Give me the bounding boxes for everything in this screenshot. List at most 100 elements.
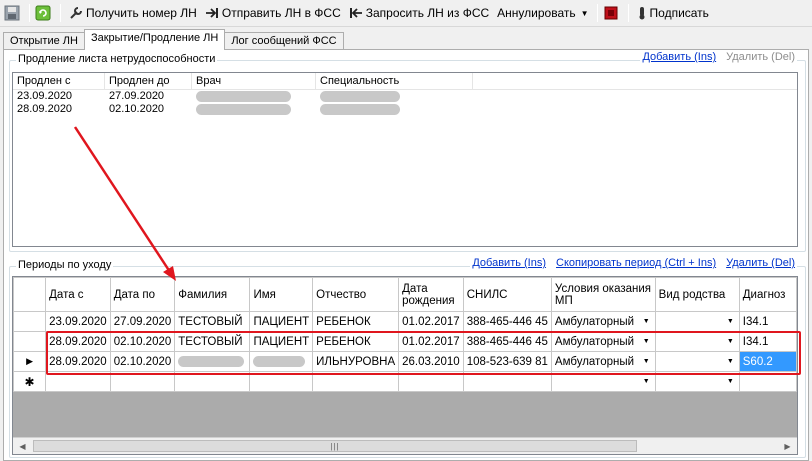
new-cell[interactable]	[109, 371, 176, 392]
scroll-left-icon[interactable]: ◀	[14, 438, 31, 454]
new-row-header[interactable]: ✱	[13, 371, 47, 392]
col-extended-from[interactable]: Продлен с	[13, 73, 105, 89]
col-snils[interactable]: СНИЛС	[462, 277, 552, 312]
col-date-to[interactable]: Дата по	[109, 277, 176, 312]
first-name-cell[interactable]	[249, 351, 314, 372]
request-fss-button[interactable]: Запросить ЛН из ФСС	[345, 2, 493, 24]
tab-opening[interactable]: Открытие ЛН	[3, 32, 85, 50]
new-kinship-cell[interactable]: ▼	[654, 371, 740, 392]
middle-name-cell[interactable]: ИЛЬНУРОВНА	[312, 351, 400, 372]
date-to-cell[interactable]: 02.10.2020	[109, 351, 176, 372]
dropdown-arrow-icon[interactable]: ▼	[643, 378, 652, 385]
row-header[interactable]	[13, 311, 47, 332]
col-extended-to[interactable]: Продлен до	[105, 73, 192, 89]
thermometer-icon	[639, 7, 645, 20]
table-row-current[interactable]: ▶ 28.09.2020 02.10.2020 ИЛЬНУРОВНА 26.03…	[13, 351, 797, 372]
get-number-label: Получить номер ЛН	[86, 6, 197, 20]
extension-add-link[interactable]: Добавить (Ins)	[642, 51, 716, 63]
new-care-conditions-cell[interactable]: ▼	[550, 371, 656, 392]
care-table: Дата с Дата по Фамилия Имя Отчество Дата…	[13, 277, 797, 392]
col-kinship[interactable]: Вид родства	[654, 277, 740, 312]
middle-name-cell[interactable]: РЕБЕНОК	[312, 311, 400, 332]
new-cell[interactable]	[738, 371, 797, 392]
care-conditions-cell[interactable]: Амбулаторный ▼	[550, 331, 656, 352]
last-name-cell[interactable]: ТЕСТОВЫЙ	[174, 331, 251, 352]
care-delete-link[interactable]: Удалить (Del)	[726, 257, 795, 269]
scroll-right-icon[interactable]: ▶	[779, 438, 796, 454]
birth-date-cell[interactable]: 01.02.2017	[398, 331, 464, 352]
new-cell[interactable]	[462, 371, 552, 392]
date-to-cell[interactable]: 02.10.2020	[109, 331, 176, 352]
care-add-link[interactable]: Добавить (Ins)	[472, 257, 546, 269]
dropdown-arrow-icon[interactable]: ▼	[727, 318, 736, 325]
care-conditions-cell[interactable]: Амбулаторный ▼	[550, 311, 656, 332]
col-middle-name[interactable]: Отчество	[312, 277, 400, 312]
middle-name-cell[interactable]: РЕБЕНОК	[312, 331, 400, 352]
new-cell[interactable]	[45, 371, 111, 392]
table-row[interactable]: 23.09.2020 27.09.2020 ТЕСТОВЫЙ ПАЦИЕНТ Р…	[13, 311, 797, 332]
dropdown-arrow-icon[interactable]: ▼	[727, 338, 736, 345]
birth-date-cell[interactable]: 01.02.2017	[398, 311, 464, 332]
horizontal-scrollbar[interactable]: ◀ ||| ▶	[13, 437, 797, 454]
last-name-cell[interactable]	[174, 351, 251, 372]
tab-closing-extension[interactable]: Закрытие/Продление ЛН	[83, 29, 226, 50]
snils-cell[interactable]: 388-465-446 45	[462, 331, 552, 352]
first-name-cell[interactable]: ПАЦИЕНТ	[249, 311, 314, 332]
first-name-cell[interactable]: ПАЦИЕНТ	[249, 331, 314, 352]
get-number-button[interactable]: Получить номер ЛН	[65, 2, 201, 24]
scroll-thumb[interactable]: |||	[33, 440, 637, 452]
diagnosis-cell-selected[interactable]: S60.2	[738, 351, 797, 372]
date-from-cell[interactable]: 28.09.2020	[45, 351, 111, 372]
col-specialty[interactable]: Специальность	[316, 73, 473, 89]
col-birth-date[interactable]: Дата рождения	[398, 277, 464, 312]
cancel-dropdown-button[interactable]: Аннулировать ▼	[493, 2, 592, 24]
kinship-cell[interactable]: ▼	[654, 351, 740, 372]
dropdown-arrow-icon[interactable]: ▼	[643, 318, 652, 325]
care-copy-link[interactable]: Скопировать период (Ctrl + Ins)	[556, 257, 716, 269]
care-conditions-value: Амбулаторный	[554, 335, 635, 348]
sign-button[interactable]: Подписать	[633, 2, 713, 24]
care-conditions-cell[interactable]: Амбулаторный ▼	[550, 351, 656, 372]
col-last-name[interactable]: Фамилия	[174, 277, 251, 312]
specialty-value	[316, 90, 473, 103]
col-date-from[interactable]: Дата с	[45, 277, 111, 312]
row-header-current[interactable]: ▶	[13, 351, 47, 372]
col-doctor[interactable]: Врач	[192, 73, 316, 89]
col-first-name[interactable]: Имя	[249, 277, 314, 312]
dropdown-arrow-icon[interactable]: ▼	[643, 338, 652, 345]
table-row[interactable]: 28.09.2020 02.10.2020 ТЕСТОВЫЙ ПАЦИЕНТ Р…	[13, 331, 797, 352]
col-diagnosis[interactable]: Диагноз	[738, 277, 797, 312]
send-fss-button[interactable]: Отправить ЛН в ФСС	[201, 2, 345, 24]
extension-list[interactable]: Продлен с Продлен до Врач Специальность …	[12, 72, 798, 247]
tab-fss-log[interactable]: Лог сообщений ФСС	[224, 32, 344, 50]
list-item[interactable]: 23.09.2020 27.09.2020	[13, 90, 797, 103]
refresh-icon[interactable]	[34, 4, 52, 22]
snils-cell[interactable]: 388-465-446 45	[462, 311, 552, 332]
new-cell[interactable]	[249, 371, 314, 392]
row-header[interactable]	[13, 331, 47, 352]
new-cell[interactable]	[174, 371, 251, 392]
list-item[interactable]: 28.09.2020 02.10.2020	[13, 103, 797, 116]
dropdown-arrow-icon[interactable]: ▼	[727, 378, 736, 385]
dropdown-arrow-icon[interactable]: ▼	[727, 358, 736, 365]
care-grid[interactable]: Дата с Дата по Фамилия Имя Отчество Дата…	[12, 276, 798, 455]
date-from-cell[interactable]: 23.09.2020	[45, 311, 111, 332]
diagnosis-cell[interactable]: I34.1	[738, 311, 797, 332]
date-from-cell[interactable]: 28.09.2020	[45, 331, 111, 352]
row-header-corner	[13, 277, 47, 312]
kinship-cell[interactable]: ▼	[654, 331, 740, 352]
kinship-cell[interactable]: ▼	[654, 311, 740, 332]
snils-cell[interactable]: 108-523-639 81	[462, 351, 552, 372]
birth-date-cell[interactable]: 26.03.2010	[398, 351, 464, 372]
new-cell[interactable]	[312, 371, 400, 392]
stop-icon[interactable]	[602, 4, 620, 22]
new-row[interactable]: ✱ ▼ ▼	[13, 371, 797, 392]
dropdown-arrow-icon[interactable]: ▼	[643, 358, 652, 365]
last-name-cell[interactable]: ТЕСТОВЫЙ	[174, 311, 251, 332]
doctor-value	[192, 103, 316, 116]
new-cell[interactable]	[398, 371, 464, 392]
date-to-cell[interactable]: 27.09.2020	[109, 311, 176, 332]
save-icon[interactable]	[3, 4, 21, 22]
col-care-conditions[interactable]: Условия оказания МП	[550, 277, 656, 312]
diagnosis-cell[interactable]: I34.1	[738, 331, 797, 352]
